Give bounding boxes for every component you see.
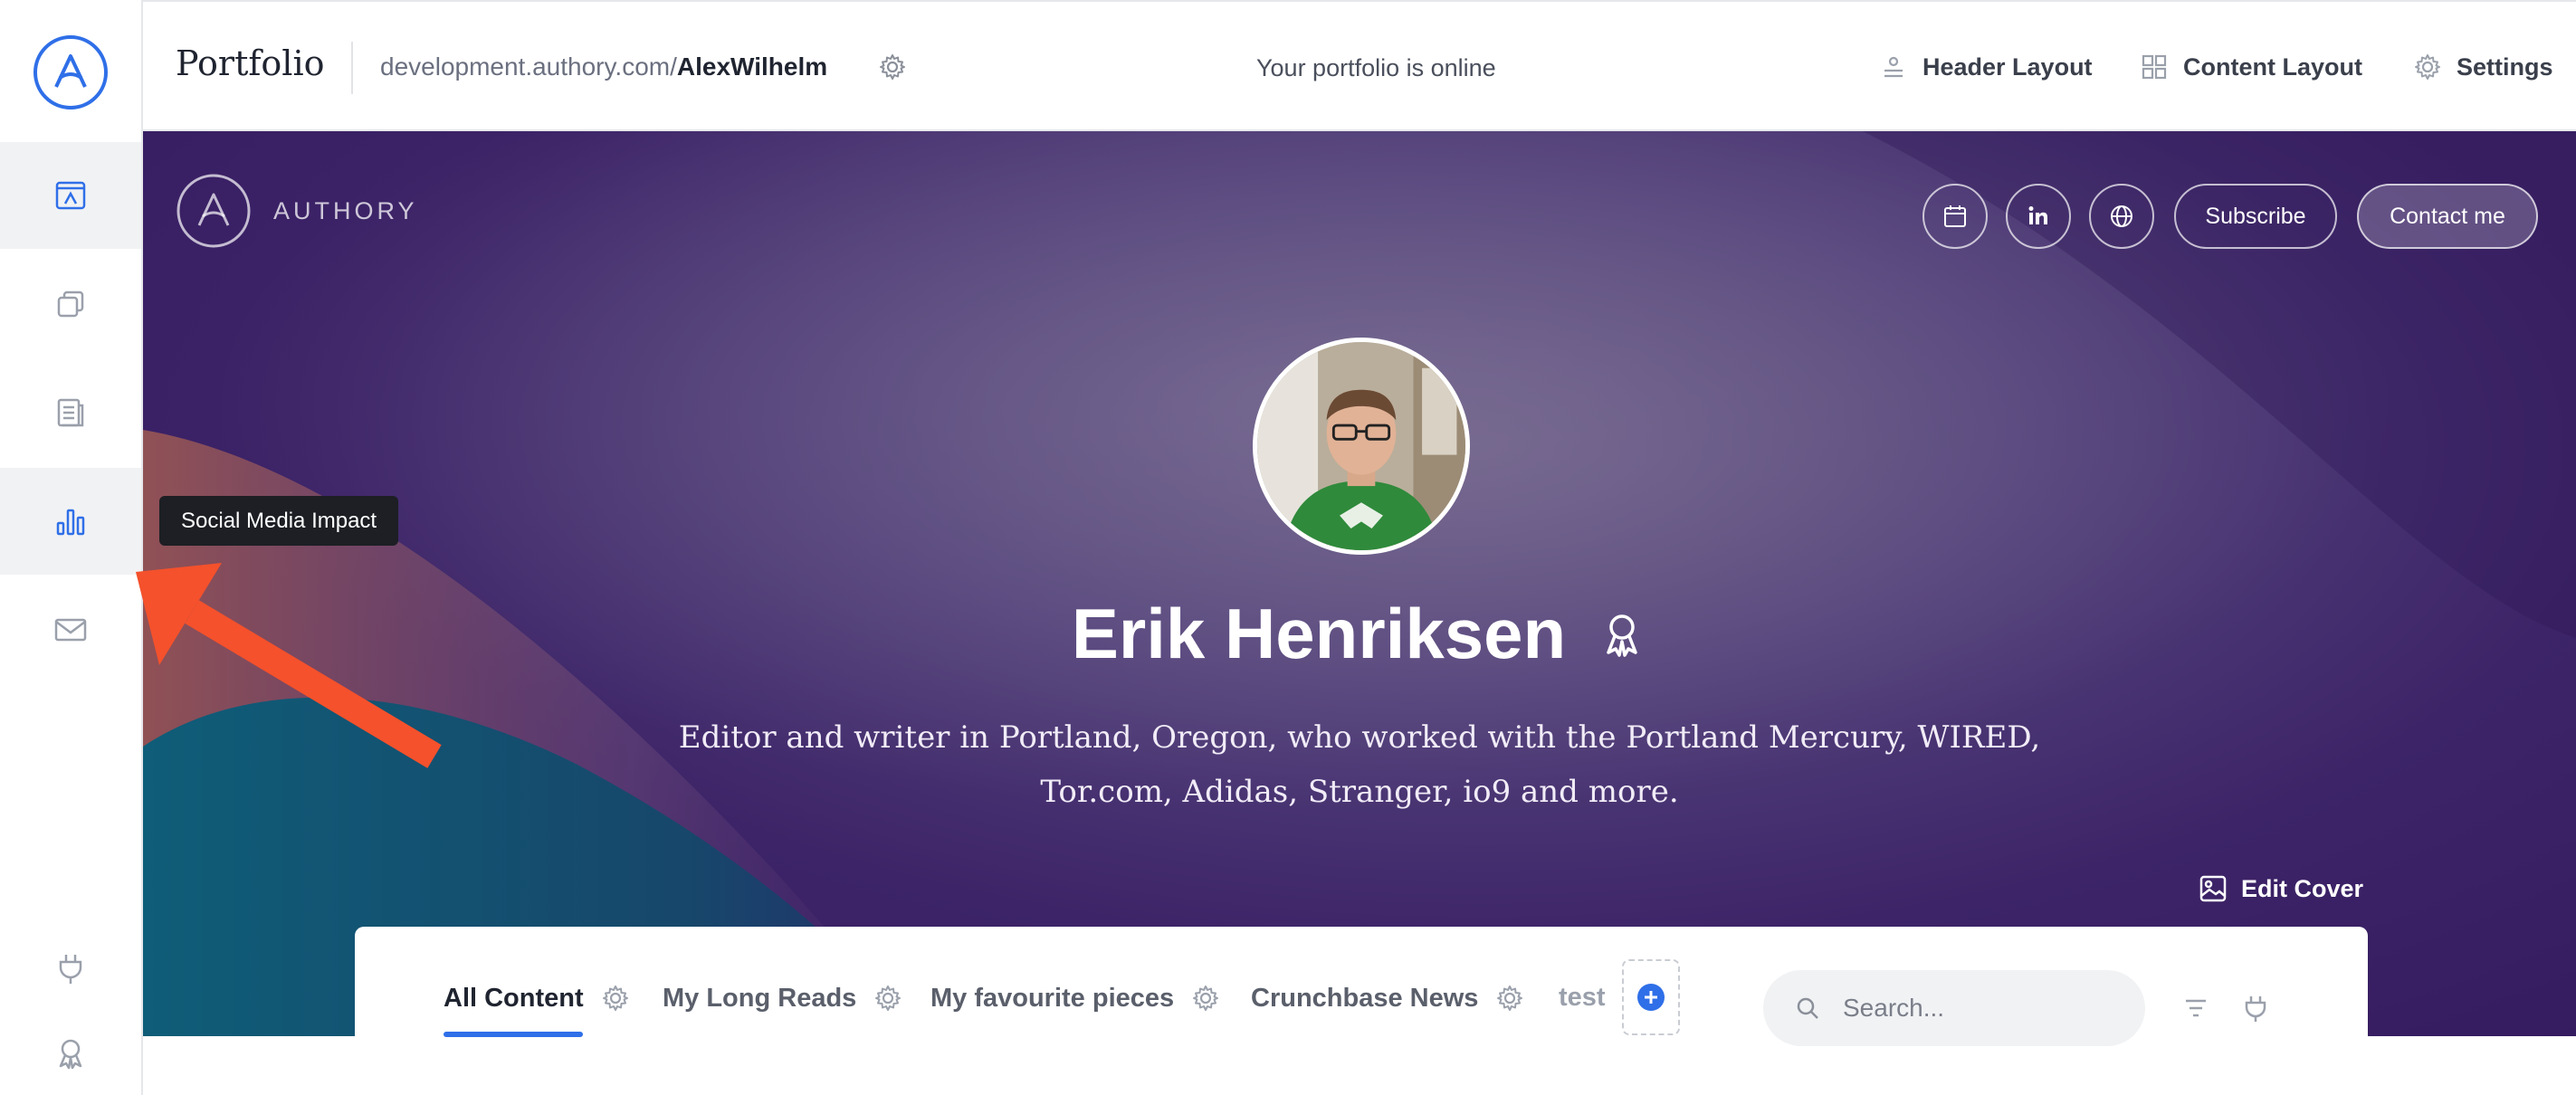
tab-crunchbase-news[interactable]: Crunchbase News [1251,983,1525,1014]
portfolio-hero: AUTHORY Subscribe Contact me Erik Henrik… [143,131,2576,1036]
subscribe-button[interactable]: Subscribe [2174,184,2337,249]
tab-test[interactable]: test [1559,983,1606,1013]
sidebar-item-articles[interactable] [0,359,141,466]
settings-label: Settings [2457,52,2553,81]
bar-chart-icon [56,509,85,536]
gear-icon [2415,54,2440,80]
portfolio-icon [55,181,86,210]
avatar [1253,338,1470,555]
tab-all-content[interactable]: All Content [444,983,631,1014]
grid-icon [2142,54,2167,80]
content-tabs-card: All Content My Long Reads My favourite p… [355,927,2368,1095]
sidebar-item-social-media-impact[interactable] [0,468,141,575]
linkedin-icon [2028,206,2047,224]
globe-icon [2111,205,2132,227]
app-root: Portfolio development.authory.com/AlexWi… [0,0,2576,1095]
divider [351,42,353,94]
profile-photo [1257,342,1465,550]
brand-name: AUTHORY [273,196,418,224]
settings-button[interactable]: Settings [2413,52,2553,81]
sidebar-item-portfolio[interactable] [0,142,141,249]
sidebar-item-integrations[interactable] [0,932,141,1005]
tab-settings-gear-icon[interactable] [1190,983,1221,1014]
header-layout-icon [1884,56,1903,78]
mail-icon [54,618,87,642]
website-button[interactable] [2089,184,2154,249]
award-icon [59,1039,82,1070]
tab-label: test [1559,983,1606,1012]
contact-me-button[interactable]: Contact me [2357,184,2538,249]
tab-settings-gear-icon[interactable] [1494,983,1525,1014]
image-icon [2199,875,2227,902]
content-layout-button[interactable]: Content Layout [2140,52,2362,81]
profile-bio: Editor and writer in Portland, Oregon, w… [678,719,2041,810]
tab-my-favourite-pieces[interactable]: My favourite pieces [930,983,1221,1014]
sidebar [0,0,143,1095]
edit-cover-label: Edit Cover [2241,874,2364,902]
tab-label: My Long Reads [663,983,857,1013]
search-box[interactable] [1763,970,2145,1046]
copy-icon [57,290,84,318]
tab-my-long-reads[interactable]: My Long Reads [663,983,903,1014]
portfolio-url-user: AlexWilhelm [676,52,828,81]
page-title: Portfolio [176,43,325,83]
top-bar: Portfolio development.authory.com/AlexWi… [143,0,2576,131]
portfolio-url[interactable]: development.authory.com/AlexWilhelm [380,52,827,81]
sidebar-tooltip: Social Media Impact [159,496,399,546]
authory-logo-icon [177,174,251,248]
sidebar-item-achievements[interactable] [0,1017,141,1090]
profile-name: Erik Henriksen [1071,594,1567,673]
filter-icon[interactable] [2180,992,2212,1024]
sidebar-item-collections[interactable] [0,251,141,357]
calendar-button[interactable] [1922,184,1988,249]
tab-settings-gear-icon[interactable] [873,983,903,1014]
sidebar-item-newsletter[interactable] [0,576,141,683]
tab-label: My favourite pieces [930,983,1175,1013]
calendar-icon [1944,205,1966,227]
tab-label: Crunchbase News [1251,983,1479,1013]
tab-settings-gear-icon[interactable] [600,983,631,1014]
authory-logo-icon[interactable] [33,34,109,110]
content-layout-label: Content Layout [2183,52,2362,81]
search-icon [1797,997,1818,1019]
portfolio-url-domain: development.authory.com/ [380,52,677,81]
active-tab-indicator [444,1032,583,1037]
portfolio-status: Your portfolio is online [1256,54,1496,81]
search-input[interactable] [1843,994,2114,1023]
header-layout-label: Header Layout [1922,52,2093,81]
tab-label: All Content [444,983,584,1013]
url-settings-gear-icon[interactable] [878,52,907,81]
article-icon [57,398,84,427]
header-layout-button[interactable]: Header Layout [1879,52,2093,81]
plus-circle-icon [1637,984,1665,1011]
profile-name-row: Erik Henriksen [143,593,2576,675]
plug-icon[interactable] [2239,992,2272,1024]
award-badge-icon[interactable] [1597,609,1647,660]
edit-cover-button[interactable]: Edit Cover [2198,873,2363,904]
plug-icon [59,955,82,984]
linkedin-button[interactable] [2006,184,2071,249]
add-tab-button[interactable] [1622,959,1680,1035]
authory-brand: AUTHORY [176,173,418,249]
